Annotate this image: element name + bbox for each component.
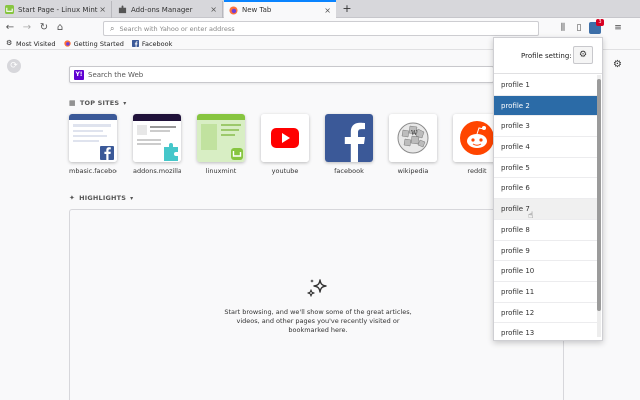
- profile-item[interactable]: profile 13: [494, 323, 597, 337]
- hand-cursor-icon: ☝: [528, 211, 534, 221]
- page-preview-icon: [69, 114, 117, 162]
- top-site-tile[interactable]: youtube: [261, 114, 309, 175]
- web-search-input[interactable]: [88, 70, 493, 79]
- site-thumbnail: [133, 114, 181, 162]
- close-icon[interactable]: ×: [210, 5, 217, 14]
- top-site-tile[interactable]: W wikipedia: [389, 114, 437, 175]
- puzzle-icon: [118, 5, 127, 14]
- web-search-box[interactable]: Y!: [69, 66, 494, 83]
- page-action-icon[interactable]: ⟳: [7, 59, 21, 73]
- top-site-tile[interactable]: addons.mozilla: [133, 114, 181, 175]
- profile-settings-gear-button[interactable]: ⚙: [573, 46, 593, 64]
- profile-list-scrollbar[interactable]: [597, 75, 601, 337]
- firefox-icon: [63, 40, 71, 47]
- bookmark-facebook[interactable]: Facebook: [131, 39, 173, 48]
- sidebar-icon[interactable]: ▯: [573, 22, 585, 34]
- profile-item[interactable]: profile 11: [494, 282, 597, 303]
- top-site-name: mbasic.facebook: [69, 167, 117, 175]
- popup-title: Profile setting:: [521, 52, 572, 60]
- highlights-empty-message: Start browsing, and we'll show some of t…: [224, 308, 412, 334]
- profile-item[interactable]: profile 7: [494, 199, 597, 220]
- top-sites-label: TOP SITES: [79, 99, 120, 107]
- profile-item[interactable]: profile 5: [494, 158, 597, 179]
- page-preview-icon: [197, 114, 245, 162]
- popup-header: Profile setting: ⚙: [494, 38, 602, 74]
- profile-item[interactable]: profile 10: [494, 261, 597, 282]
- profile-item[interactable]: profile 2: [494, 95, 597, 117]
- sparkle-icon: ✦: [69, 194, 76, 202]
- bookmark-getting-started[interactable]: Getting Started: [63, 39, 124, 48]
- close-icon[interactable]: ×: [99, 5, 106, 14]
- bookmark-label: Most Visited: [16, 39, 56, 48]
- firefox-icon: [229, 5, 238, 15]
- highlights-heading[interactable]: ✦ HIGHLIGHTS ▾: [69, 194, 133, 202]
- tab-start-page[interactable]: Start Page - Linux Mint ×: [0, 1, 112, 18]
- gear-icon: ⚙: [6, 39, 13, 47]
- forward-button[interactable]: →: [20, 21, 34, 35]
- profile-item[interactable]: profile 8: [494, 220, 597, 241]
- site-thumbnail: [69, 114, 117, 162]
- library-icon[interactable]: ⫼: [557, 22, 569, 34]
- yahoo-logo-icon: Y!: [74, 69, 84, 80]
- site-thumbnail: W: [389, 114, 437, 162]
- tab-strip: Start Page - Linux Mint × Add-ons Manage…: [0, 0, 640, 18]
- back-button[interactable]: ←: [3, 21, 17, 35]
- top-site-tile[interactable]: mbasic.facebook: [69, 114, 117, 175]
- highlights-sparkle-icon: [307, 279, 327, 297]
- menu-icon[interactable]: ≡: [612, 22, 624, 34]
- profile-item[interactable]: profile 6: [494, 178, 597, 200]
- facebook-icon: [131, 40, 139, 47]
- top-site-name: addons.mozilla: [133, 167, 181, 175]
- search-icon: ⌕: [110, 23, 115, 33]
- highlights-empty-state: Start browsing, and we'll show some of t…: [69, 209, 564, 400]
- extension-badge: 3: [596, 19, 604, 26]
- profile-item[interactable]: profile 3: [494, 116, 597, 138]
- url-bar[interactable]: ⌕: [103, 21, 539, 36]
- profile-item[interactable]: profile 12: [494, 303, 597, 324]
- top-site-name: linuxmint: [205, 167, 237, 175]
- site-thumbnail: [261, 114, 309, 162]
- profile-settings-popup: Profile setting: ⚙ profile 1 profile 2 pro…: [493, 37, 603, 341]
- reload-button[interactable]: ↻: [37, 21, 51, 35]
- chevron-down-icon: ▾: [123, 99, 127, 107]
- navigation-toolbar: ← → ↻ ⌂ ⌕ ⫼ ▯ 3 ≡: [0, 18, 640, 38]
- site-thumbnail: [197, 114, 245, 162]
- linux-mint-icon: [5, 5, 14, 14]
- profile-item[interactable]: profile 4: [494, 137, 597, 158]
- tab-label: Start Page - Linux Mint: [18, 5, 98, 14]
- tab-label: New Tab: [242, 6, 272, 14]
- profile-list: profile 1 profile 2 profile 3 profile 4 prof…: [494, 75, 597, 337]
- highlights-label: HIGHLIGHTS: [79, 194, 127, 202]
- close-icon[interactable]: ×: [324, 6, 331, 15]
- bookmark-label: Getting Started: [73, 39, 124, 48]
- url-input[interactable]: [119, 24, 538, 33]
- top-site-tile[interactable]: facebook: [325, 114, 373, 175]
- bookmark-most-visited[interactable]: ⚙ Most Visited: [6, 40, 56, 48]
- customize-gear-icon[interactable]: ⚙: [613, 59, 622, 70]
- svg-text:W: W: [411, 130, 418, 137]
- top-site-name: youtube: [271, 167, 299, 175]
- profile-item[interactable]: profile 9: [494, 241, 597, 262]
- top-sites-grid: mbasic.facebook addons.mozilla: [69, 114, 509, 175]
- bookmark-label: Facebook: [141, 39, 173, 48]
- top-site-tile[interactable]: linuxmint: [197, 114, 245, 175]
- tab-addons-manager[interactable]: Add-ons Manager ×: [113, 1, 223, 18]
- wikipedia-globe-icon: W: [389, 114, 437, 162]
- tab-label: Add-ons Manager: [131, 5, 193, 14]
- scrollbar-thumb[interactable]: [597, 79, 601, 311]
- tab-new-tab[interactable]: New Tab ×: [224, 0, 336, 18]
- youtube-icon: [261, 114, 309, 162]
- top-site-name: facebook: [334, 167, 364, 175]
- site-thumbnail: [325, 114, 373, 162]
- new-tab-button[interactable]: +: [340, 2, 354, 16]
- profile-item[interactable]: profile 1: [494, 75, 597, 96]
- top-sites-heading[interactable]: ▦ TOP SITES ▾: [69, 99, 127, 107]
- top-site-name: wikipedia: [397, 167, 429, 175]
- facebook-icon: [325, 114, 373, 162]
- grid-icon: ▦: [69, 99, 76, 107]
- chevron-down-icon: ▾: [130, 194, 134, 202]
- page-preview-icon: [133, 114, 181, 162]
- home-button[interactable]: ⌂: [53, 21, 67, 35]
